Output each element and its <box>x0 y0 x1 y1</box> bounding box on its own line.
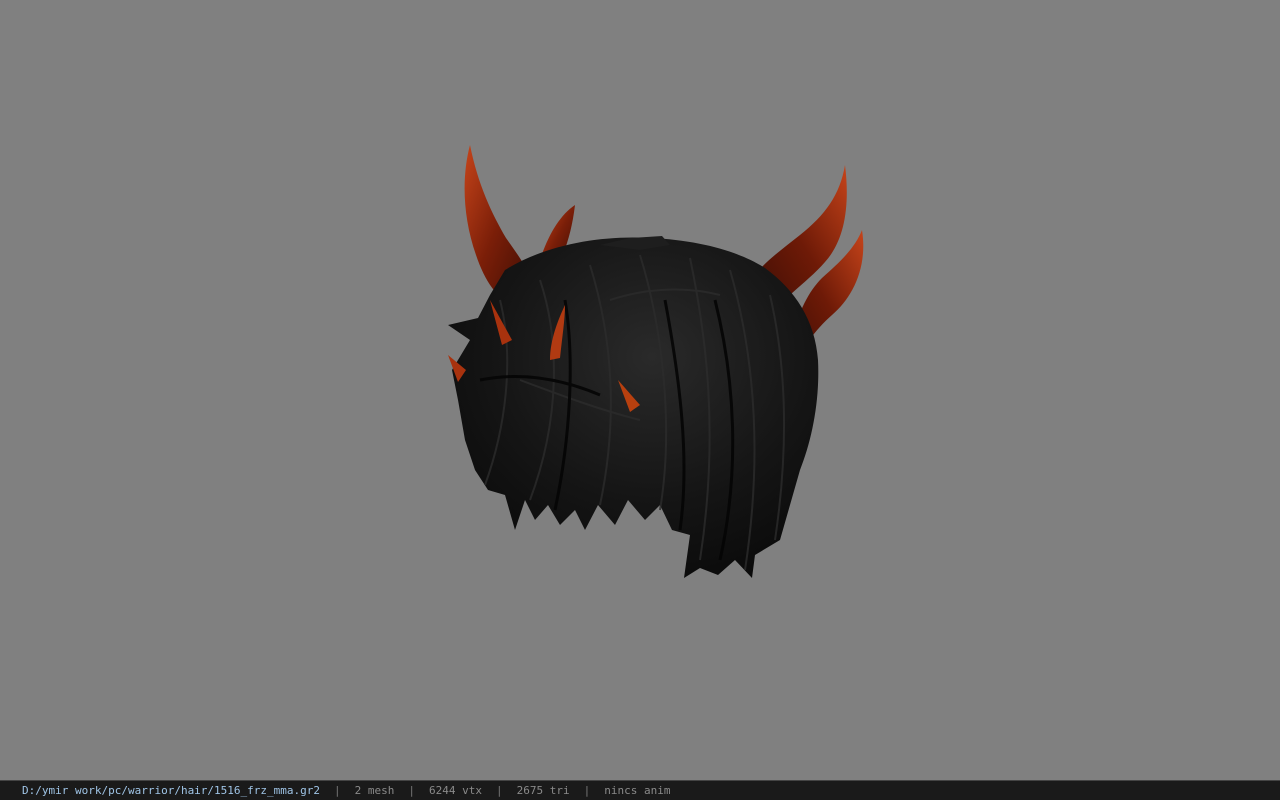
vertex-count: 6244 vtx <box>429 784 482 797</box>
status-bar: D:/ymir work/pc/warrior/hair/1516_frz_mm… <box>0 780 1280 800</box>
triangle-count: 2675 tri <box>516 784 570 797</box>
file-path: D:/ymir work/pc/warrior/hair/1516_frz_mm… <box>22 784 321 797</box>
3d-viewport[interactable] <box>0 0 1280 780</box>
separator: | <box>496 784 503 797</box>
separator: | <box>408 784 416 797</box>
mesh-count: 2 mesh <box>354 784 395 797</box>
separator: | <box>334 784 341 797</box>
anim-status: nincs anim <box>604 784 671 797</box>
hair-model-render[interactable] <box>0 0 1280 780</box>
separator: | <box>583 784 591 797</box>
